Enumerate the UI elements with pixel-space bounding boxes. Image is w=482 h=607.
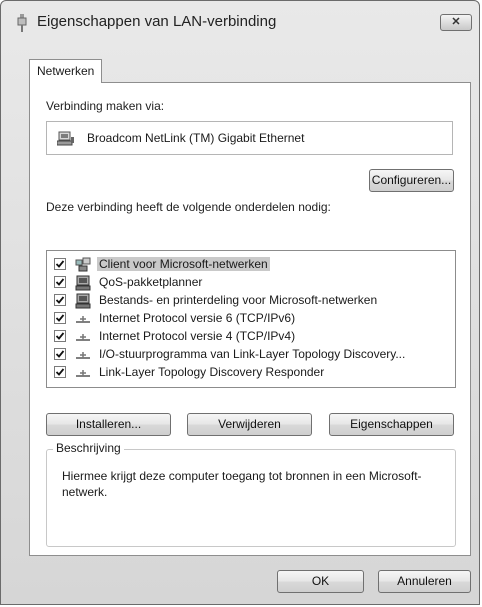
list-item-label: I/O-stuurprogramma van Link-Layer Topolo… xyxy=(99,347,406,361)
computer-service-icon xyxy=(75,293,91,309)
components-list: Client voor Microsoft-netwerken QoS-pakk… xyxy=(46,250,456,388)
protocol-icon xyxy=(76,352,90,359)
computer-service-icon xyxy=(75,275,91,291)
checkbox[interactable] xyxy=(54,276,66,288)
list-item-label: Bestands- en printerdeling voor Microsof… xyxy=(99,293,378,307)
tab-netwerken[interactable]: Netwerken xyxy=(29,59,103,83)
adapter-box: Broadcom NetLink (TM) Gigabit Ethernet xyxy=(46,121,453,155)
cancel-button[interactable]: Annuleren xyxy=(378,570,471,593)
checkbox[interactable] xyxy=(54,312,66,324)
network-adapter-icon xyxy=(57,131,74,146)
window-title: Eigenschappen van LAN-verbinding xyxy=(37,13,277,30)
list-item[interactable]: Link-Layer Topology Discovery Responder xyxy=(47,363,455,383)
description-text: Hiermee krijgt deze computer toegang tot… xyxy=(62,469,422,499)
list-item[interactable]: Client voor Microsoft-netwerken xyxy=(47,255,455,275)
list-item[interactable]: QoS-pakketplanner xyxy=(47,273,455,293)
network-connection-icon xyxy=(17,14,27,32)
dialog-window: Eigenschappen van LAN-verbinding ✕ Netwe… xyxy=(0,0,480,605)
checkbox[interactable] xyxy=(54,294,66,306)
list-item-label: Link-Layer Topology Discovery Responder xyxy=(99,365,325,379)
uninstall-button[interactable]: Verwijderen xyxy=(187,413,312,436)
protocol-icon xyxy=(76,316,90,323)
connect-via-label: Verbinding maken via: xyxy=(46,99,165,113)
network-client-icon xyxy=(75,257,91,272)
checkbox[interactable] xyxy=(54,348,66,360)
list-item-label: QoS-pakketplanner xyxy=(99,275,203,289)
checkbox[interactable] xyxy=(54,258,66,270)
description-legend: Beschrijving xyxy=(53,441,124,455)
list-item[interactable]: Bestands- en printerdeling voor Microsof… xyxy=(47,291,455,311)
adapter-name: Broadcom NetLink (TM) Gigabit Ethernet xyxy=(87,131,305,145)
components-label: Deze verbinding heeft de volgende onderd… xyxy=(46,200,331,214)
checkbox[interactable] xyxy=(54,330,66,342)
configure-button[interactable]: Configureren... xyxy=(369,169,454,192)
ok-button[interactable]: OK xyxy=(277,570,364,593)
protocol-icon xyxy=(76,370,90,377)
protocol-icon xyxy=(76,334,90,341)
list-item[interactable]: Internet Protocol versie 6 (TCP/IPv6) xyxy=(47,309,455,329)
list-item-label: Client voor Microsoft-netwerken xyxy=(97,257,270,271)
list-item-label: Internet Protocol versie 6 (TCP/IPv6) xyxy=(99,311,296,325)
list-item-label: Internet Protocol versie 4 (TCP/IPv4) xyxy=(99,329,296,343)
checkbox[interactable] xyxy=(54,366,66,378)
list-item[interactable]: Internet Protocol versie 4 (TCP/IPv4) xyxy=(47,327,455,347)
properties-button[interactable]: Eigenschappen xyxy=(329,413,454,436)
title-bar[interactable]: Eigenschappen van LAN-verbinding ✕ xyxy=(1,1,479,43)
close-button[interactable]: ✕ xyxy=(440,14,472,31)
list-item[interactable]: I/O-stuurprogramma van Link-Layer Topolo… xyxy=(47,345,455,365)
install-button[interactable]: Installeren... xyxy=(46,413,171,436)
